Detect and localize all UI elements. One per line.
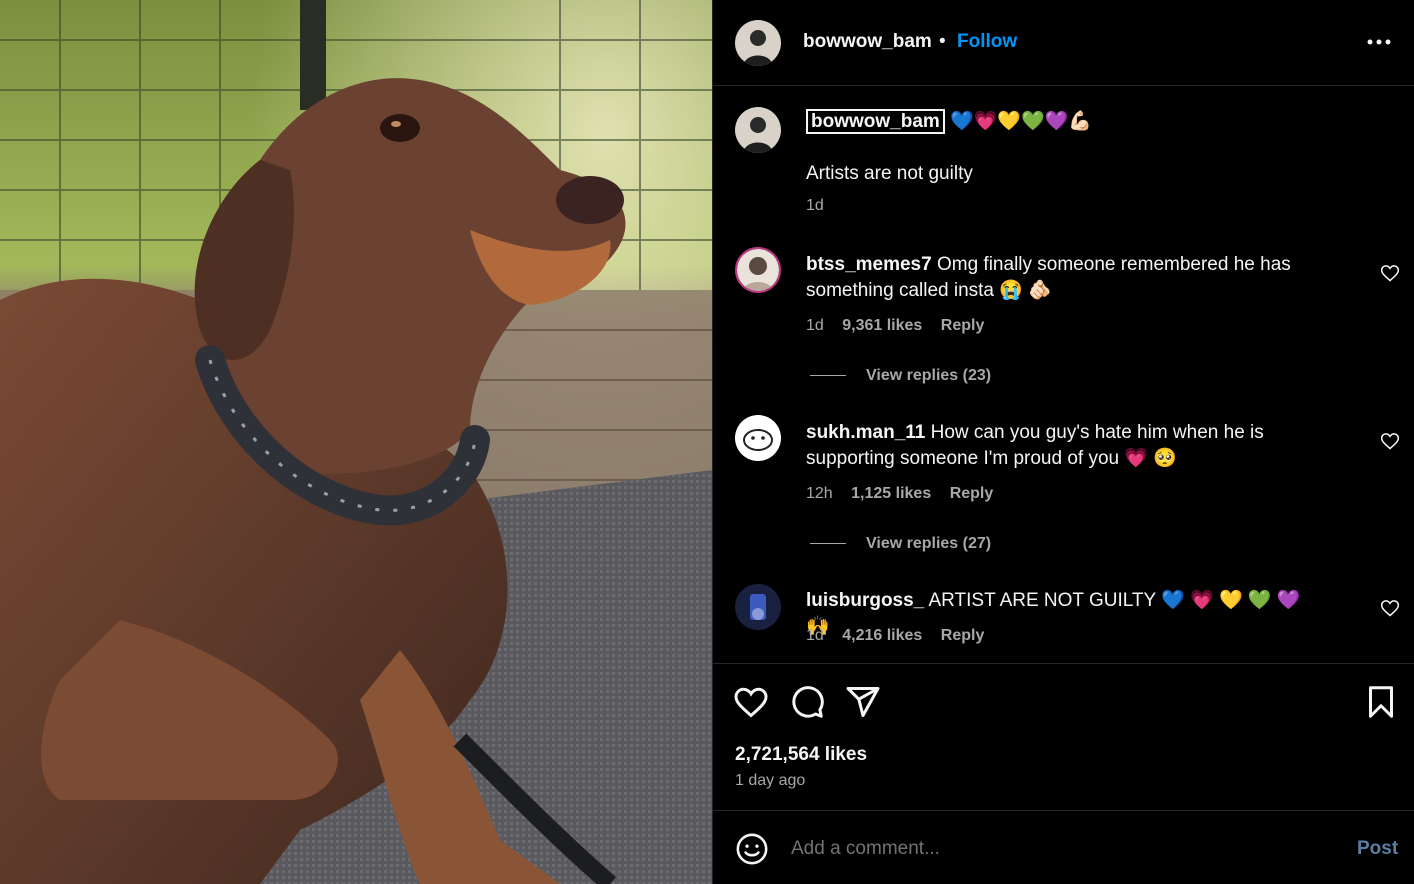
comment-avatar[interactable] bbox=[735, 415, 781, 461]
comment-text: btss_memes7 Omg finally someone remember… bbox=[806, 252, 1326, 304]
comment-avatar[interactable] bbox=[735, 584, 781, 630]
like-comment-heart-icon[interactable] bbox=[1380, 431, 1400, 451]
post-actions: 2,721,564 likes 1 day ago bbox=[713, 663, 1414, 811]
like-comment-heart-icon[interactable] bbox=[1380, 598, 1400, 618]
caption-username[interactable]: bowwow_bam bbox=[806, 109, 945, 134]
like-comment-heart-icon[interactable] bbox=[1380, 263, 1400, 283]
post-comment-button[interactable]: Post bbox=[1357, 838, 1398, 860]
post-header: bowwow_bam • Follow bbox=[713, 0, 1414, 86]
comment-text: sukh.man_11 How can you guy's hate him w… bbox=[806, 420, 1326, 472]
more-options-icon[interactable] bbox=[1365, 28, 1393, 56]
post-likes-count[interactable]: 2,721,564 likes bbox=[735, 744, 867, 766]
comment-avatar[interactable] bbox=[735, 247, 781, 293]
reply-button[interactable]: Reply bbox=[950, 485, 994, 502]
comment-username[interactable]: luisburgoss_ bbox=[806, 590, 924, 611]
heart-icon[interactable] bbox=[733, 684, 769, 720]
comment-input[interactable] bbox=[791, 834, 1331, 864]
view-replies-label[interactable]: View replies (23) bbox=[866, 367, 991, 384]
add-comment-bar: Post bbox=[713, 812, 1414, 884]
author-avatar[interactable] bbox=[735, 20, 781, 66]
comment-time: 1d bbox=[806, 317, 824, 334]
post-time-ago: 1 day ago bbox=[735, 772, 806, 789]
caption-meta: 1d bbox=[806, 197, 838, 215]
comment-text-line: something called insta 😭 🫵🏻 bbox=[806, 280, 1052, 301]
caption-time: 1d bbox=[806, 197, 824, 214]
caption-text: Artists are not guilty bbox=[806, 163, 973, 184]
separator-dot: • bbox=[939, 31, 946, 52]
post-image bbox=[0, 0, 712, 884]
replies-line bbox=[810, 543, 846, 545]
comment-username[interactable]: btss_memes7 bbox=[806, 254, 932, 275]
comment-text-line: Omg finally someone remembered he has bbox=[936, 254, 1291, 275]
comment-likes[interactable]: 9,361 likes bbox=[842, 317, 922, 334]
comment-icon[interactable] bbox=[789, 684, 825, 720]
dog-photo bbox=[0, 0, 712, 884]
bookmark-icon[interactable] bbox=[1363, 684, 1399, 720]
view-replies-button[interactable]: View replies (23) bbox=[810, 367, 991, 385]
comment-time: 1d bbox=[806, 627, 824, 644]
comment-meta: 1d 4,216 likes Reply bbox=[806, 627, 998, 645]
comment-username[interactable]: sukh.man_11 bbox=[806, 422, 925, 443]
comment-meta: 12h 1,125 likes Reply bbox=[806, 485, 1007, 503]
caption: bowwow_bam 💙💗💛💚💜💪🏻 bbox=[806, 109, 1326, 135]
author-username[interactable]: bowwow_bam bbox=[803, 31, 932, 53]
post-details-panel: bowwow_bam • Follow bowwow_bam 💙💗💛💚💜💪🏻 A… bbox=[712, 0, 1414, 884]
comment-meta: 1d 9,361 likes Reply bbox=[806, 317, 998, 335]
reply-button[interactable]: Reply bbox=[941, 627, 985, 644]
caption-emojis: 💙💗💛💚💜💪🏻 bbox=[950, 111, 1093, 132]
follow-button[interactable]: Follow bbox=[957, 31, 1017, 53]
comment-likes[interactable]: 1,125 likes bbox=[851, 485, 931, 502]
emoji-icon[interactable] bbox=[735, 832, 769, 866]
comments-list[interactable]: bowwow_bam 💙💗💛💚💜💪🏻 Artists are not guilt… bbox=[713, 87, 1414, 663]
caption-avatar[interactable] bbox=[735, 107, 781, 153]
view-replies-label[interactable]: View replies (27) bbox=[866, 535, 991, 552]
replies-line bbox=[810, 375, 846, 377]
share-icon[interactable] bbox=[845, 684, 881, 720]
comment-text-line: supporting someone I'm proud of you 💗 🥺 bbox=[806, 448, 1177, 469]
reply-button[interactable]: Reply bbox=[941, 317, 985, 334]
comment-time: 12h bbox=[806, 485, 833, 502]
comment-likes[interactable]: 4,216 likes bbox=[842, 627, 922, 644]
comment-text-line: How can you guy's hate him when he is bbox=[930, 422, 1264, 443]
view-replies-button[interactable]: View replies (27) bbox=[810, 535, 991, 553]
